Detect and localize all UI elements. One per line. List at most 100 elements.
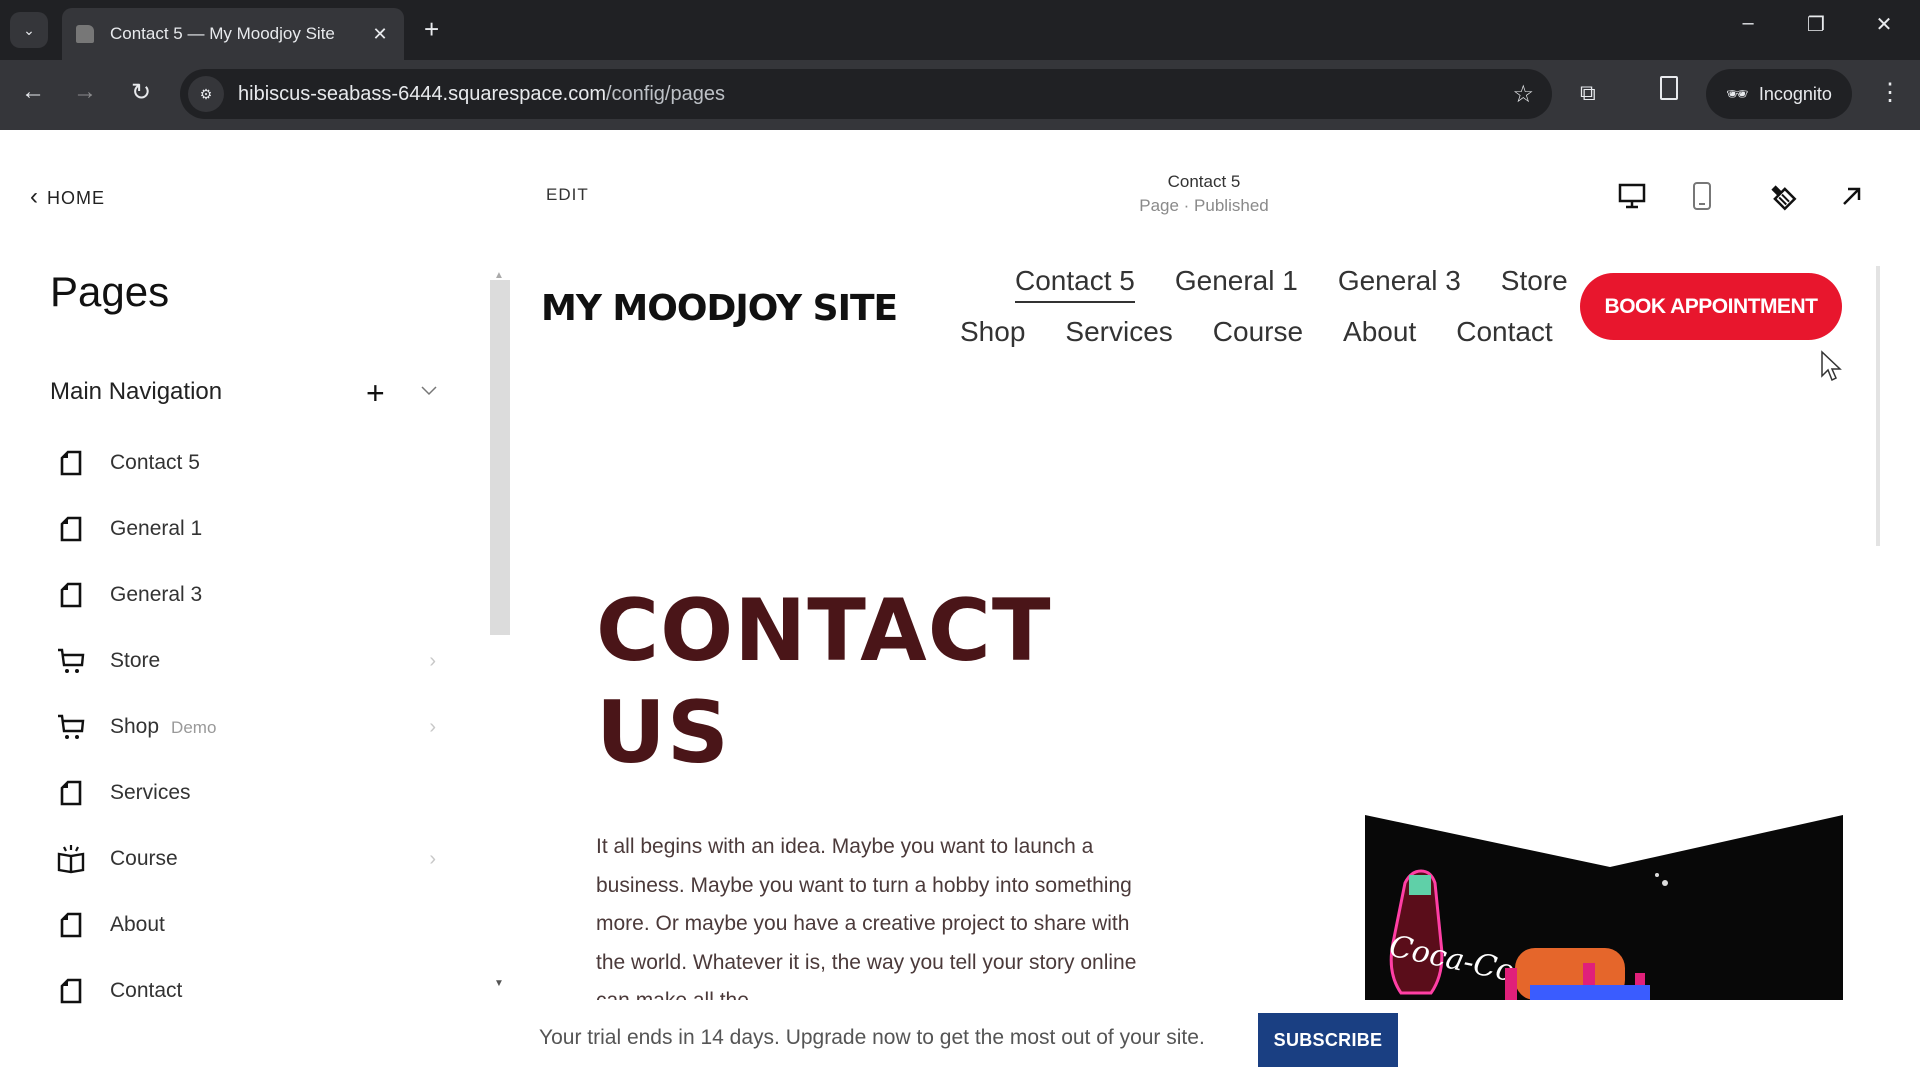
browser-tab-active[interactable]: Contact 5 — My Moodjoy Site ✕	[62, 8, 404, 60]
sidebar-item-contact-5[interactable]: Contact 5	[56, 430, 446, 496]
page-icon	[56, 448, 86, 478]
home-back-link[interactable]: ‹ HOME	[30, 183, 105, 212]
site-nav-link-general-1[interactable]: General 1	[1175, 265, 1298, 303]
page-icon	[56, 976, 86, 1006]
chevron-down-icon: ⌄	[23, 21, 35, 38]
collapse-chevron-down-icon[interactable]	[420, 384, 438, 402]
incognito-label: Incognito	[1758, 83, 1832, 104]
page-icon	[56, 778, 86, 808]
site-nav-link-store[interactable]: Store	[1501, 265, 1568, 303]
tab-search-button[interactable]: ⌄	[10, 12, 48, 48]
page-status: Page · Published	[1139, 196, 1269, 215]
tab-title: Contact 5 — My Moodjoy Site	[110, 24, 335, 43]
page-info: Contact 5 Page · Published	[1054, 172, 1354, 216]
sidebar-item-contact[interactable]: Contact	[56, 958, 446, 1024]
url-text[interactable]: hibiscus-seabass-6444.squarespace.com/co…	[238, 83, 1512, 106]
cart-icon	[56, 646, 86, 676]
site-preview[interactable]: MY MOODJOY SITE Contact 5 General 1 Genera…	[520, 250, 1880, 1000]
address-bar[interactable]: ⚙ hibiscus-seabass-6444.squarespace.com/…	[180, 69, 1552, 119]
sidebar-item-label: Contact	[110, 979, 183, 1002]
site-nav-row-1: Contact 5 General 1 General 3 Store	[1015, 265, 1568, 303]
chevron-left-icon: ‹	[30, 183, 39, 210]
sidebar-scroll-down-arrow-icon[interactable]: ▼	[494, 978, 504, 989]
mobile-view-icon[interactable]	[1684, 178, 1720, 214]
sidebar-scrollbar-thumb[interactable]	[490, 280, 510, 635]
desktop-view-icon[interactable]	[1614, 178, 1650, 214]
preview-scrollbar-thumb[interactable]	[1876, 266, 1880, 546]
page-icon	[56, 910, 86, 940]
sidebar-item-shop[interactable]: Shop Demo ›	[56, 694, 446, 760]
reload-icon[interactable]: ↻	[124, 78, 158, 107]
incognito-profile-button[interactable]: 🕶 Incognito	[1706, 69, 1852, 119]
page-icon	[56, 580, 86, 610]
sidebar-item-services[interactable]: Services	[56, 760, 446, 826]
open-external-icon[interactable]	[1834, 178, 1870, 214]
sidebar-item-label: About	[110, 913, 165, 936]
browser-toolbar: ← → ↻ ⚙ hibiscus-seabass-6444.squarespac…	[0, 60, 1920, 130]
side-panel-icon[interactable]	[1660, 76, 1678, 100]
page-icon	[56, 514, 86, 544]
site-nav-row-2: Shop Services Course About Contact	[960, 316, 1553, 348]
sidebar-item-course[interactable]: Course ›	[56, 826, 446, 892]
url-path: /config/pages	[605, 82, 725, 105]
book-appointment-button[interactable]: BOOK APPOINTMENT	[1580, 273, 1842, 340]
site-nav-link-course[interactable]: Course	[1213, 316, 1303, 348]
sidebar-item-general-3[interactable]: General 3	[56, 562, 446, 628]
sidebar-item-label: General 1	[110, 517, 203, 540]
back-arrow-icon[interactable]: ←	[16, 78, 50, 106]
heading-line-2: US	[596, 683, 730, 783]
course-book-icon	[56, 844, 86, 874]
site-info-icon[interactable]: ⚙	[188, 76, 224, 112]
cart-icon	[56, 712, 86, 742]
incognito-icon: 🕶	[1726, 83, 1749, 104]
sidebar-item-label: General 3	[110, 583, 203, 606]
sidebar-item-label: Contact 5	[110, 451, 200, 474]
site-nav-link-services[interactable]: Services	[1065, 316, 1172, 348]
browser-menu-icon[interactable]: ⋮	[1878, 78, 1902, 107]
sidebar-item-about[interactable]: About	[56, 892, 446, 958]
extensions-puzzle-icon[interactable]: ⧉	[1580, 80, 1596, 106]
intro-paragraph: It all begins with an idea. Maybe you wa…	[596, 835, 1137, 1000]
site-nav-link-contact[interactable]: Contact	[1456, 316, 1553, 348]
sidebar-item-tag: Demo	[171, 718, 217, 737]
site-logo[interactable]: MY MOODJOY SITE	[541, 288, 898, 329]
site-nav-link-about[interactable]: About	[1343, 316, 1416, 348]
design-brush-icon[interactable]	[1764, 178, 1800, 214]
current-page-name: Contact 5	[1167, 172, 1241, 191]
neon-sign-image[interactable]: Coca-Cola	[1365, 813, 1843, 1000]
sidebar-item-general-1[interactable]: General 1	[56, 496, 446, 562]
home-label: HOME	[47, 187, 105, 208]
contact-heading: CONTACT US	[596, 580, 1052, 784]
site-nav-link-general-3[interactable]: General 3	[1338, 265, 1461, 303]
browser-tab-bar: ⌄ Contact 5 — My Moodjoy Site ✕ + – ❐ ✕	[0, 0, 1920, 60]
add-page-plus-icon[interactable]: +	[366, 376, 385, 410]
sidebar-item-label: Services	[110, 781, 191, 804]
chevron-right-icon[interactable]: ›	[429, 848, 436, 871]
url-host: hibiscus-seabass-6444.squarespace.com	[238, 82, 606, 105]
sidebar-item-label: Shop	[110, 715, 160, 738]
trial-banner: Your trial ends in 14 days. Upgrade now …	[520, 1000, 1880, 1080]
edit-button[interactable]: EDIT	[546, 185, 589, 205]
chevron-right-icon[interactable]: ›	[429, 650, 436, 673]
sidebar-item-label: Course	[110, 847, 178, 870]
page-list: Contact 5 General 1 General 3 Store › Shop Dem…	[56, 430, 446, 1024]
mouse-cursor-icon	[1820, 350, 1842, 387]
close-window-icon[interactable]: ✕	[1864, 12, 1904, 37]
sidebar-item-label: Store	[110, 649, 161, 672]
minimize-window-icon[interactable]: –	[1728, 12, 1768, 35]
trial-message: Your trial ends in 14 days. Upgrade now …	[539, 1026, 1205, 1049]
forward-arrow-icon[interactable]: →	[68, 78, 102, 106]
main-navigation-heading: Main Navigation	[50, 378, 223, 405]
subscribe-button[interactable]: SUBSCRIBE	[1258, 1013, 1398, 1067]
restore-window-icon[interactable]: ❐	[1796, 12, 1836, 37]
chevron-right-icon[interactable]: ›	[429, 716, 436, 739]
heading-line-1: CONTACT	[596, 581, 1052, 681]
site-nav-link-shop[interactable]: Shop	[960, 316, 1025, 348]
site-nav-link-contact-5[interactable]: Contact 5	[1015, 265, 1135, 303]
new-tab-button[interactable]: +	[424, 14, 439, 44]
squarespace-favicon-icon	[76, 25, 94, 43]
pages-panel-title: Pages	[50, 268, 170, 315]
tab-close-icon[interactable]: ✕	[370, 24, 390, 45]
bookmark-star-icon[interactable]: ☆	[1512, 80, 1534, 109]
sidebar-item-store[interactable]: Store ›	[56, 628, 446, 694]
